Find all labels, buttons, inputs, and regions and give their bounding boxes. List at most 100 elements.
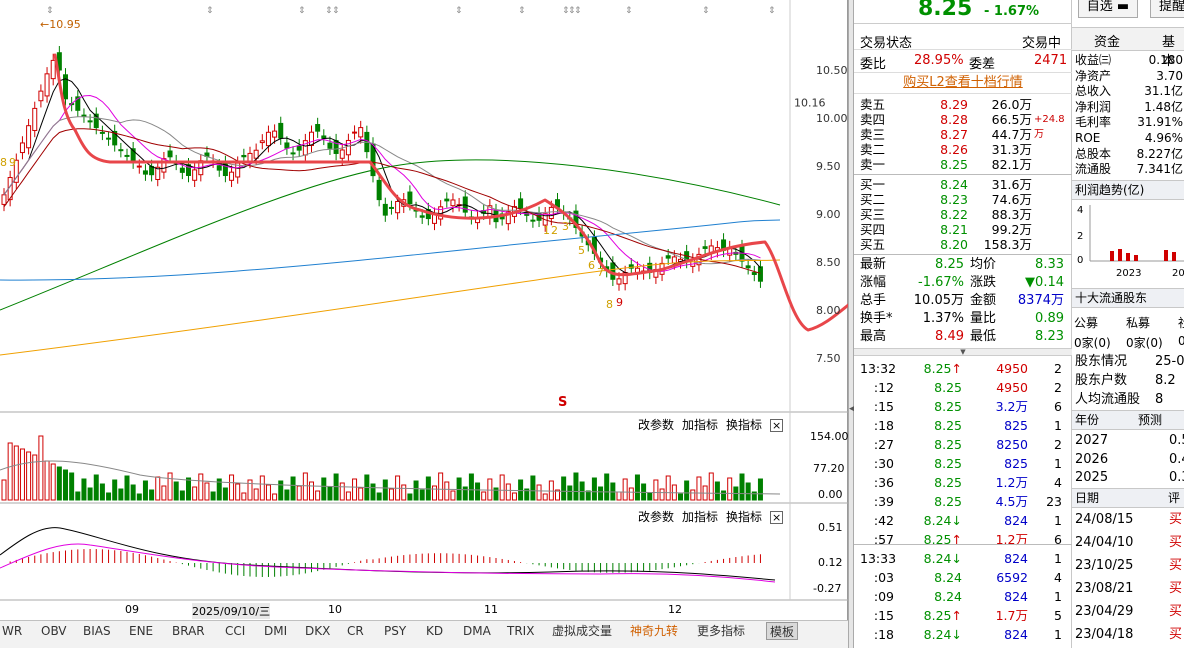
tick-price: 8.25 [934,418,962,433]
tab-obv[interactable]: OBV [41,622,67,640]
watchlist-label: 自选 [1086,0,1113,14]
event-marker-icon[interactable]: ⇕ [574,6,582,16]
date-axis-label: 12 [668,603,682,616]
volume-bar [309,481,314,501]
candle [192,169,198,181]
weibi-label: 委比 [860,57,887,72]
tab-dma[interactable]: DMA [463,622,491,640]
tick-time: :57 [873,532,894,547]
event-marker-icon[interactable]: ⇕ [518,6,526,16]
event-marker-icon[interactable]: ⇕ [298,6,306,16]
rating-date: 23/08/21 [1075,581,1134,596]
ask-price: 8.26 [940,142,968,157]
volume-bar [388,488,394,501]
tick-volume: 4.5万 [995,494,1028,509]
l2-promo: 购买L2查看十档行情 [854,72,1072,94]
volume-bar [665,475,671,501]
macd-dea-line [0,543,776,583]
stat-label: 均价 [970,257,997,272]
forecast-year: 2026 [1075,451,1109,467]
tab-more-indicators[interactable]: 更多指标 [697,622,745,640]
tab-template[interactable]: 模板 [766,622,799,640]
bid-volume: 74.6万 [991,192,1032,207]
add-indicator-button[interactable]: 加指标 [682,510,718,524]
tab-wr[interactable]: WR [2,622,22,640]
rating-date: 23/04/29 [1075,604,1134,619]
tab-kd[interactable]: KD [426,622,443,640]
add-indicator-button[interactable]: 加指标 [682,418,718,432]
watchlist-button[interactable]: 自选 ▬ [1078,0,1138,18]
holder-info-value: 8 [1155,392,1164,407]
edit-params-button[interactable]: 改参数 [638,418,674,432]
tick-volume: 6592 [996,570,1028,585]
volume-bar [696,476,702,501]
ask-price: 8.28 [940,112,968,127]
event-marker-icon[interactable]: ⇕ [332,6,340,16]
macd-dif-line [0,527,776,581]
event-marker-icon[interactable]: ⇕ [702,6,710,16]
tab-cci[interactable]: CCI [225,622,245,640]
volume-bar [653,479,659,501]
ma30-line [3,128,761,274]
volume-bar [167,472,173,501]
switch-indicator-button[interactable]: 换指标 [726,510,762,524]
tab-trix[interactable]: TRIX [507,622,534,640]
tab-psy[interactable]: PSY [384,622,406,640]
candle [241,154,247,158]
close-icon[interactable]: × [770,419,784,432]
tab-bias[interactable]: BIAS [83,622,111,640]
event-marker-icon[interactable]: ⇕ [46,6,54,16]
macd-panel-controls: 改参数 加指标 换指标 × [638,508,791,525]
tick-time: 13:32 [860,361,897,376]
tab-dkx[interactable]: DKX [305,622,330,640]
volume-bar [130,484,136,501]
price-axis-label: 8.00 [816,304,841,317]
volume-bar [186,477,191,501]
kline-chart-area[interactable]: ⇕ ⇕ ⇕ ⇕ ⇕ ⇕ ⇕ ⇕ ⇕ ⇕ ⇕ ⇕ ⇕ 10.50 10.16 10.00 9.50 9.00 8.5… [0,0,849,620]
tab-ene[interactable]: ENE [129,622,153,640]
tab-brar[interactable]: BRAR [172,622,205,640]
event-marker-icon[interactable]: ⇕ [768,6,776,16]
holder-info-label: 股东情况 [1075,354,1128,369]
switch-indicator-button[interactable]: 换指标 [726,418,762,432]
nine-turn-label: 9 [616,296,623,309]
candle [309,131,314,146]
tab-funds[interactable]: 资金 [1094,31,1120,50]
fundamental-value: 7.341亿 [1136,162,1183,177]
event-marker-icon[interactable]: ⇕ [455,6,463,16]
tab-cr[interactable]: CR [347,622,364,640]
edit-params-button[interactable]: 改参数 [638,510,674,524]
close-icon[interactable]: × [770,511,784,524]
tick-count: 6 [1054,399,1062,414]
tab-virtual-volume[interactable]: 虚拟成交量 [552,622,612,640]
volume-panel-controls: 改参数 加指标 换指标 × [638,416,791,433]
buy-l2-link[interactable]: 购买L2查看十档行情 [903,75,1023,90]
chevron-down-icon[interactable]: ▼ [960,348,965,356]
forecast-value: 0.5 [1169,433,1184,448]
expand-toggle[interactable]: ▼ [854,348,1072,356]
forecast-row: 2027 0.5 [1075,433,1184,448]
event-marker-icon[interactable]: ⇕ [206,6,214,16]
stat-label: 最新 [860,257,887,272]
kline-chart-svg[interactable]: ⇕ ⇕ ⇕ ⇕ ⇕ ⇕ ⇕ ⇕⇕⇕ ⇕ ⇕ ⇕ 10.5010.1610.009.509.008.5… [0,0,848,620]
rating-date: 23/10/25 [1075,558,1134,573]
remind-button[interactable]: 提醒 [1150,0,1184,18]
tick-price: 8.25 [934,399,962,414]
volume-bar [751,491,757,501]
tick-volume: 824 [1004,513,1028,528]
indicator-tab-bar: WR OBV BIAS ENE BRAR CCI DMI DKX CR PSY … [0,620,848,648]
tab-dmi[interactable]: DMI [264,622,287,640]
volume-bar [622,478,628,501]
bid-label: 买五 [860,237,886,252]
tab-magic-nine[interactable]: 神奇九转 [630,622,678,640]
volume-bar [229,474,235,501]
volume-bar [438,472,444,501]
ask-price: 8.25 [940,157,968,172]
volume-bar [604,473,610,501]
nine-turn-label: 5 [578,244,585,257]
volume-bar [376,492,382,501]
stat-label: 金额 [970,293,997,308]
event-marker-icon[interactable]: ⇕ [625,6,633,16]
volume-bar [253,488,259,501]
stat-label: 涨跌 [970,275,997,290]
